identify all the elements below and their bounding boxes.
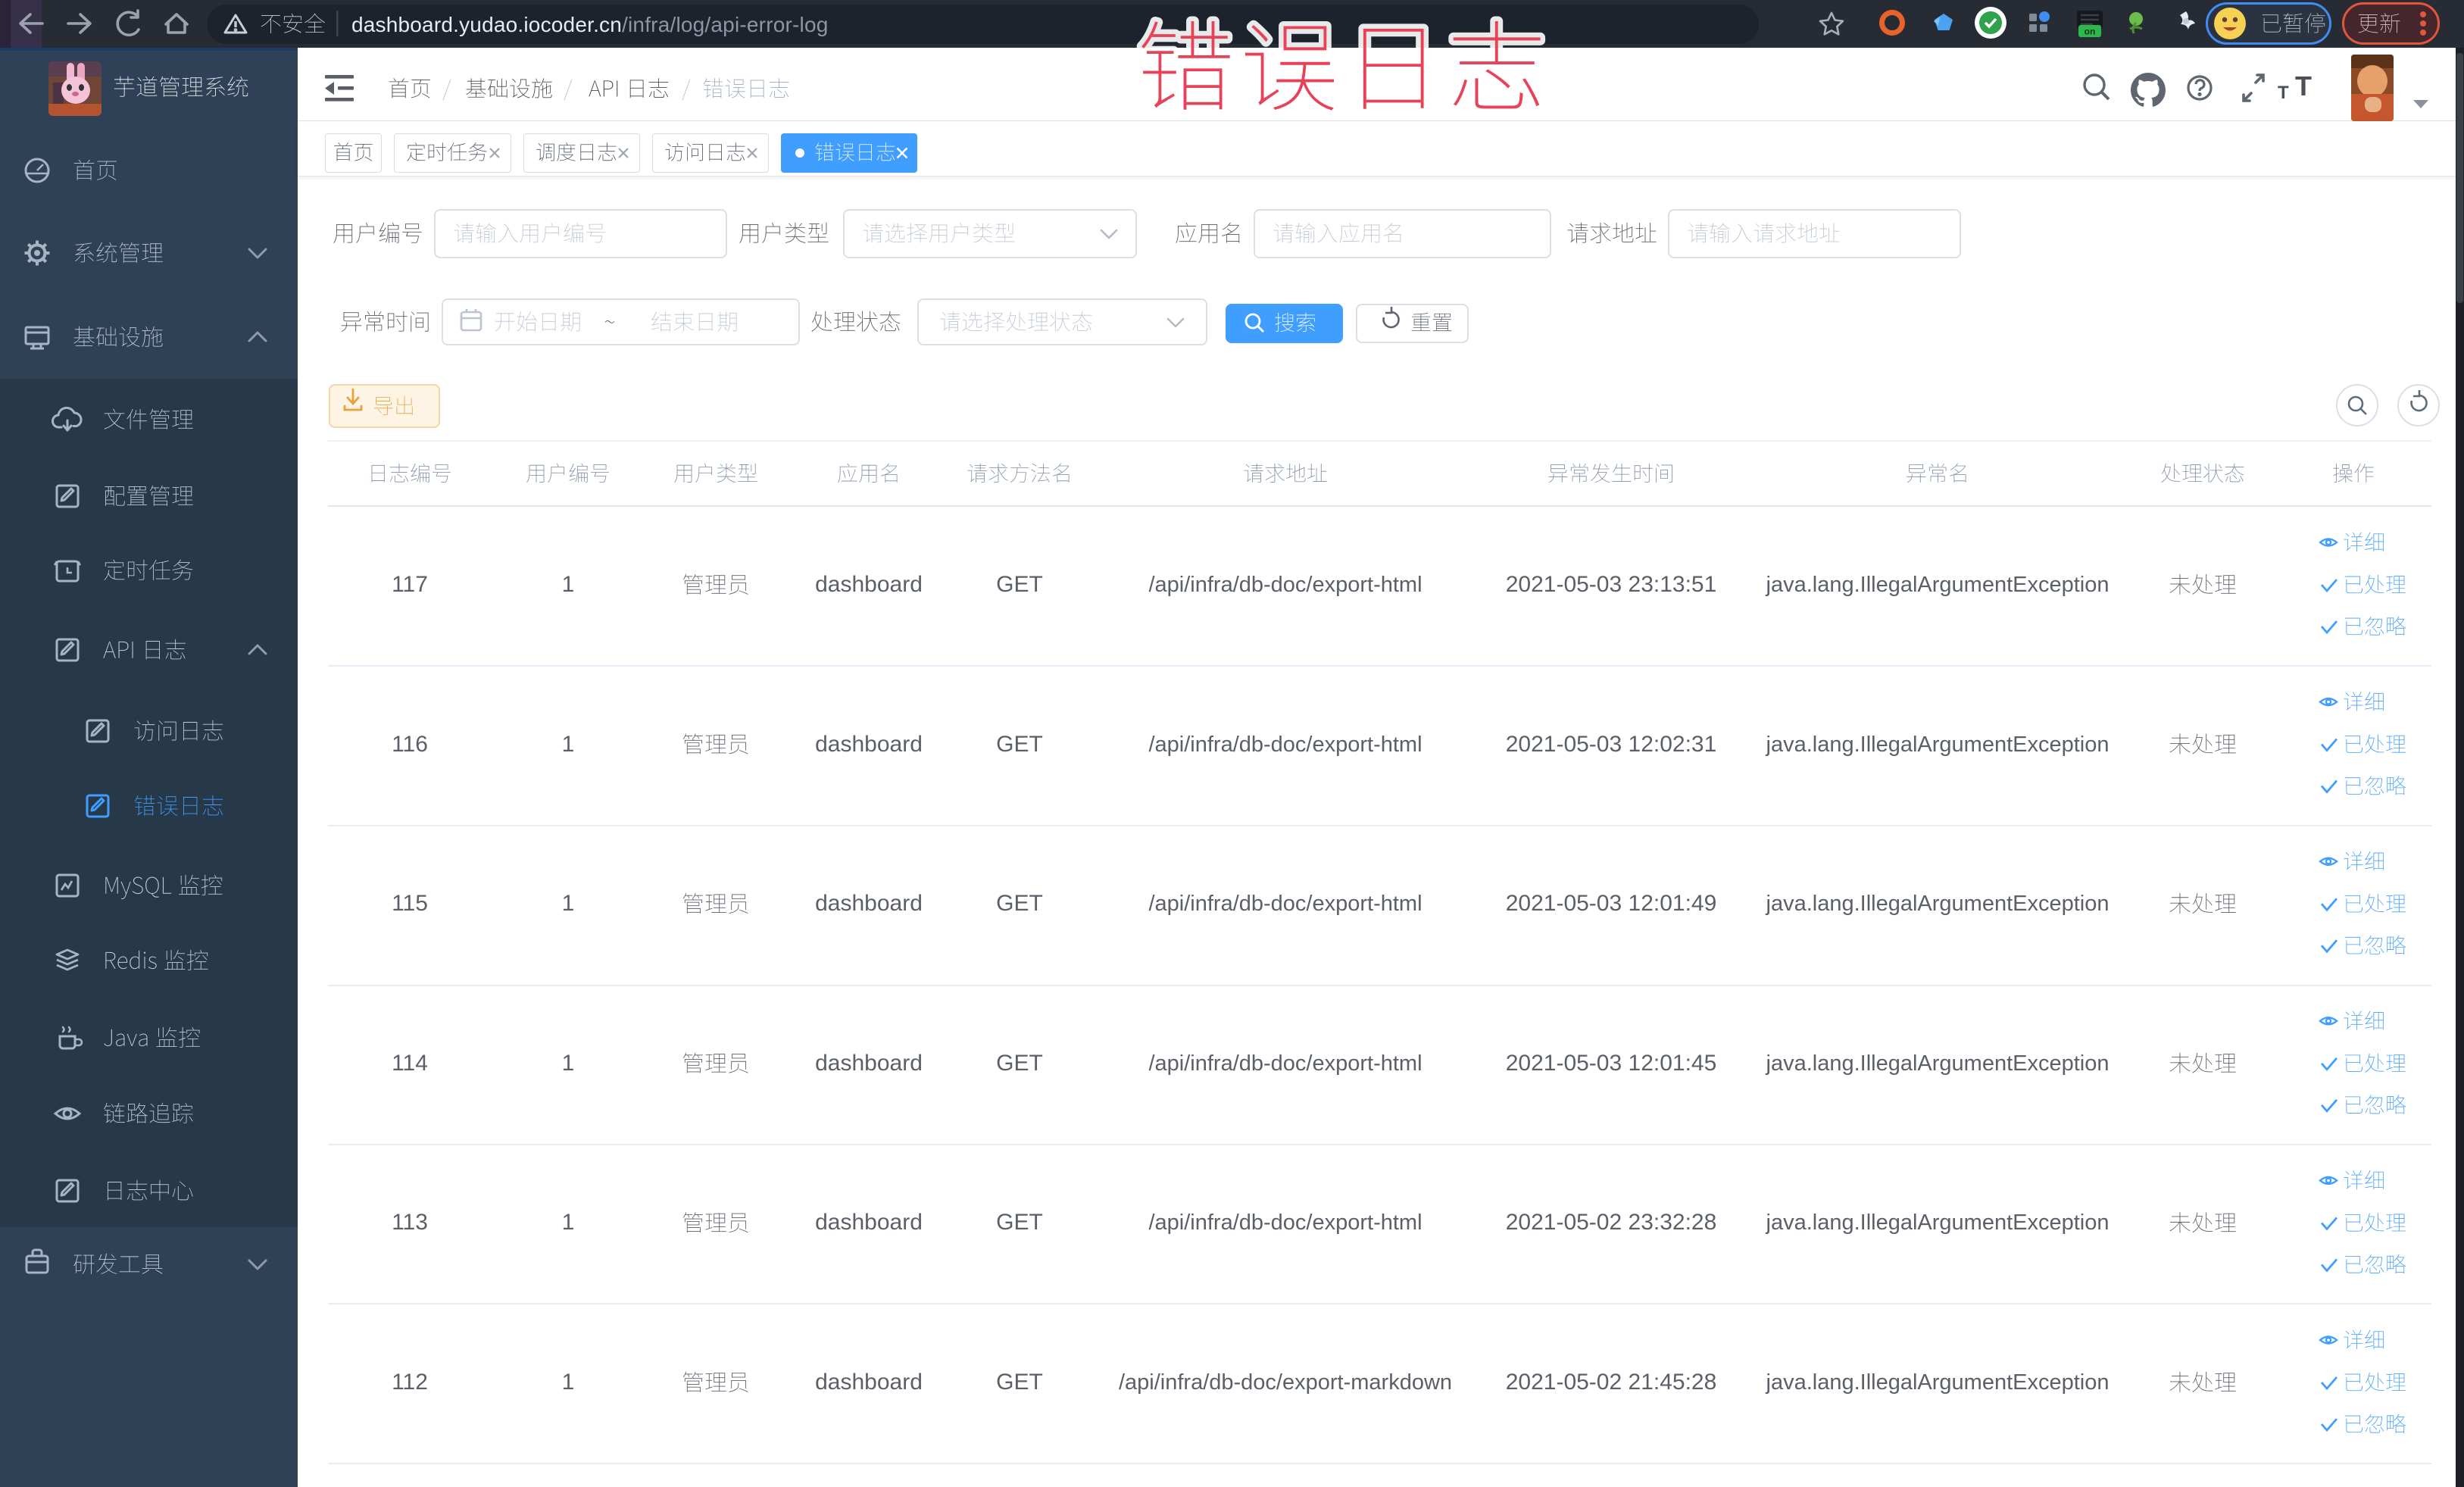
svg-text:on: on	[2085, 27, 2096, 37]
